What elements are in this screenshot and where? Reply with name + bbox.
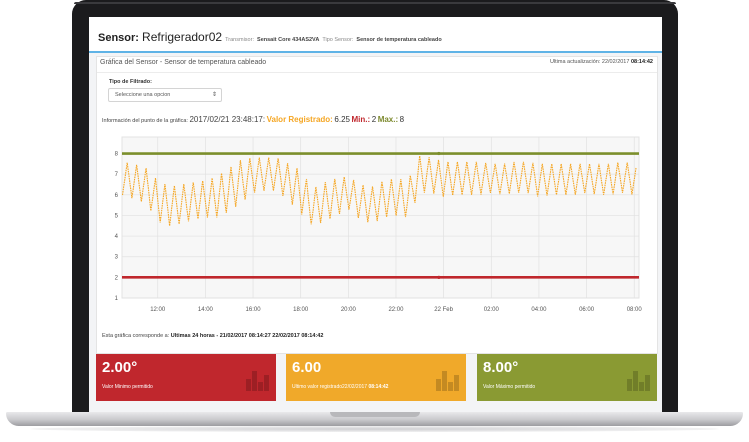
- point-max-label: Max.:: [377, 115, 399, 124]
- filter-select[interactable]: Seleccione una opcion ⇕: [108, 88, 222, 102]
- last-value-card: 6.00 Ultimo valor registrado22/02/2017 0…: [286, 354, 466, 401]
- panel-title: Gráfica del Sensor - Sensor de temperatu…: [100, 59, 267, 66]
- last-card-label-time: 08:14:42: [368, 384, 389, 390]
- page-header: Sensor: Refrigerador02 Transmisor: Sensa…: [89, 17, 662, 53]
- point-info: Información del punto de la gráfica: 201…: [102, 115, 404, 124]
- x-tick-label: 14:00: [198, 307, 214, 313]
- filter-selected: Seleccione una opcion: [115, 92, 171, 98]
- x-tick-label: 20:00: [341, 307, 357, 313]
- min-marker: [437, 275, 441, 279]
- max-card-label: Valor Máximo permitido: [483, 384, 535, 390]
- transmitter-value: Sensait Core 434AS2VA: [257, 37, 320, 43]
- point-value-label: Valor Registrado:: [266, 115, 333, 124]
- x-tick-label: 16:00: [246, 307, 262, 313]
- bezel-highlight: [74, 2, 676, 4]
- x-tick-label: 06:00: [579, 307, 595, 313]
- x-tick-label: 02:00: [484, 307, 500, 313]
- x-tick-label: 18:00: [293, 307, 309, 313]
- x-tick-label: 04:00: [531, 307, 547, 313]
- screen: Sensor: Refrigerador02 Transmisor: Sensa…: [89, 17, 662, 412]
- max-card: 8.00° Valor Máximo permitido: [477, 354, 657, 401]
- x-tick-label: 22:00: [388, 307, 404, 313]
- last-update: Ultima actualización: 22/02/2017 08:14:4…: [550, 59, 653, 65]
- panel-divider: [97, 72, 657, 73]
- point-info-label: Información del punto de la gráfica:: [102, 118, 188, 124]
- type-value: Sensor de temperatura cableado: [356, 37, 442, 43]
- y-tick-label: 7: [115, 172, 119, 178]
- min-card-value: 2.00°: [102, 359, 138, 376]
- bar-chart-icon: [436, 366, 459, 391]
- point-value: 6.25: [334, 115, 350, 124]
- x-tick-label: 12:00: [150, 307, 166, 313]
- min-card: 2.00° Valor Minimo permitido: [96, 354, 276, 401]
- bar-chart-icon: [627, 366, 650, 391]
- y-tick-label: 3: [115, 255, 119, 261]
- point-min-value: 2: [371, 115, 377, 124]
- min-card-label-text: Valor Minimo permitido: [102, 384, 153, 390]
- range-note-prefix: Esta gráfica corresponde a:: [102, 333, 170, 339]
- laptop-notch: [330, 412, 420, 417]
- chart-panel: Gráfica del Sensor - Sensor de temperatu…: [96, 56, 658, 354]
- last-card-label: Ultimo valor registrado22/02/2017 08:14:…: [292, 384, 388, 390]
- y-tick-label: 1: [115, 296, 119, 302]
- plot-area: [121, 136, 640, 299]
- max-marker: [437, 151, 441, 156]
- last-update-label: Ultima actualización: 22/02/2017: [549, 59, 630, 65]
- point-datetime: 2017/02/21 23:48:17:: [189, 115, 266, 124]
- x-tick-label: 08:00: [627, 307, 643, 313]
- laptop-shadow: [30, 426, 719, 432]
- page-title: Sensor: Refrigerador02 Transmisor: Sensa…: [98, 30, 442, 44]
- chevron-updown-icon: ⇕: [211, 92, 217, 98]
- y-tick-label: 8: [115, 152, 119, 158]
- filter-label: Tipo de Filtrado:: [109, 79, 152, 85]
- transmitter-label: Transmisor:: [225, 37, 254, 43]
- max-card-label-text: Valor Máximo permitido: [483, 384, 536, 390]
- y-tick-label: 5: [115, 213, 119, 219]
- type-label: Tipo Sensor:: [322, 37, 354, 43]
- last-card-label-text: Ultimo valor registrado22/02/2017: [292, 384, 368, 390]
- sensor-label: Sensor:: [98, 32, 139, 44]
- temperature-chart[interactable]: 12:00 14:00 16:00 18:00 20:00 22:00 22 Feb 02:0…: [100, 133, 653, 329]
- min-card-label: Valor Minimo permitido: [102, 384, 153, 390]
- y-tick-label: 6: [115, 193, 119, 199]
- y-tick-label: 2: [115, 275, 119, 281]
- range-note: Esta gráfica corresponde a: Ultimas 24 h…: [102, 333, 323, 339]
- x-tick-label: 22 Feb: [434, 307, 453, 313]
- sensor-name: Refrigerador02: [142, 30, 223, 44]
- bar-chart-icon: [246, 366, 269, 391]
- max-card-value: 8.00°: [483, 359, 519, 376]
- point-max-value: 8: [399, 115, 405, 124]
- last-update-time: 08:14:42: [630, 59, 653, 65]
- range-note-range: Ultimas 24 horas - 21/02/2017 08:14:27 2…: [170, 333, 324, 339]
- last-card-value: 6.00: [292, 359, 322, 376]
- y-tick-label: 4: [115, 234, 119, 240]
- point-min-label: Min.:: [351, 115, 371, 124]
